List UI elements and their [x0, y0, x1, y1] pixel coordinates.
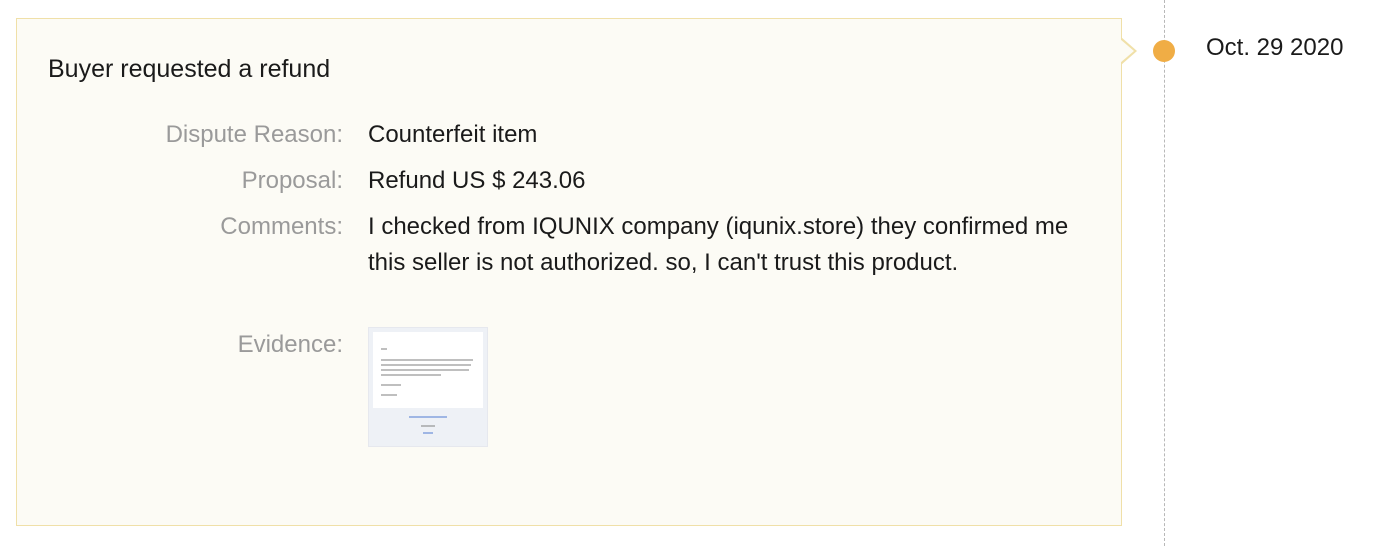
evidence-label: Evidence:: [237, 331, 343, 358]
evidence-image-thumbnail[interactable]: [368, 327, 488, 447]
refund-timeline: Buyer requested a refund Dispute Reason:…: [0, 0, 1384, 546]
circle-dot-icon: [1153, 40, 1175, 62]
proposal-value: Refund US $ 243.06: [368, 167, 586, 194]
dispute-reason-value: Counterfeit item: [368, 121, 538, 148]
timeline-axis: [1164, 0, 1165, 546]
proposal-label: Proposal:: [241, 167, 343, 194]
evidence-document-preview: [373, 332, 483, 408]
event-card: Buyer requested a refund Dispute Reason:…: [16, 18, 1122, 526]
comments-label: Comments:: [220, 213, 343, 240]
card-pointer-fill: [1120, 39, 1134, 63]
event-title: Buyer requested a refund: [48, 55, 331, 83]
comments-value: I checked from IQUNIX company (iqunix.st…: [368, 213, 1069, 276]
event-date: Oct. 29 2020: [1206, 34, 1344, 61]
dispute-reason-label: Dispute Reason:: [165, 121, 343, 148]
